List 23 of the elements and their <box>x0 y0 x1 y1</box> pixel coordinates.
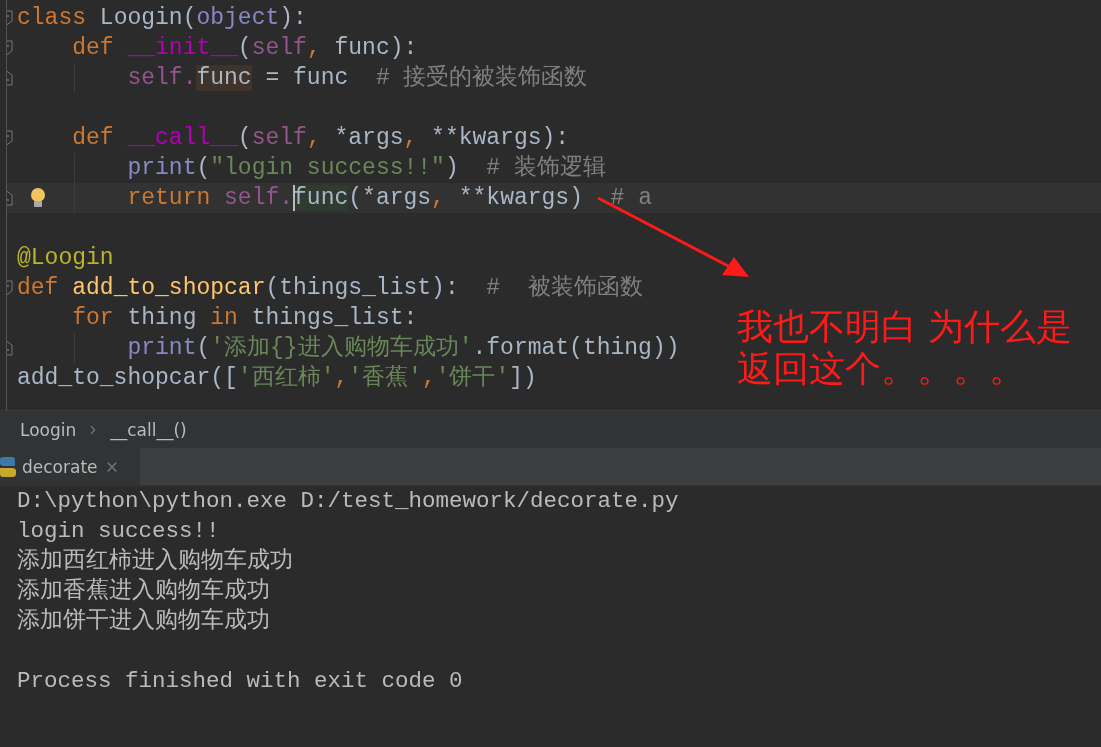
code-line: for thing in things_list: <box>71 304 418 333</box>
console-line: D:\python\python.exe D:/test_homework/decorate.py <box>17 487 679 516</box>
code-line: self.func = func # 接受的被装饰函数 <box>126 63 588 93</box>
code-line: def __call__(self, *args, **kwargs): <box>71 124 570 153</box>
lightbulb-icon[interactable] <box>29 187 47 209</box>
console-line: 添加饼干进入购物车成功 <box>17 607 270 636</box>
exit-message: Process finished with exit code 0 <box>17 667 463 696</box>
python-icon <box>0 455 16 478</box>
code-line: print("login success!!") # 装饰逻辑 <box>126 154 606 183</box>
breadcrumb[interactable]: __call__() <box>110 419 187 440</box>
run-tab[interactable]: decorate <box>0 448 140 485</box>
annotation-text: 返回这个。。。。 <box>737 348 1025 390</box>
console-line: 添加西红柿进入购物车成功 <box>17 547 293 576</box>
breadcrumb[interactable]: Loogin <box>20 419 77 440</box>
code-line: def __init__(self, func): <box>71 34 418 63</box>
annotation-text: 我也不明白 为什么是 <box>737 306 1073 348</box>
code-line: add_to_shopcar(['西红柿','香蕉','饼干']) <box>17 364 537 393</box>
console-line: 添加香蕉进入购物车成功 <box>17 577 270 606</box>
console-line: login success!! <box>17 517 220 546</box>
code-line: print('添加{}进入购物车成功'.format(thing)) <box>126 334 680 363</box>
code-line: def add_to_shopcar(things_list): # 被装饰函数 <box>17 274 643 303</box>
code-line: class Loogin(object): <box>17 4 307 33</box>
code-line: @Loogin <box>17 244 114 273</box>
